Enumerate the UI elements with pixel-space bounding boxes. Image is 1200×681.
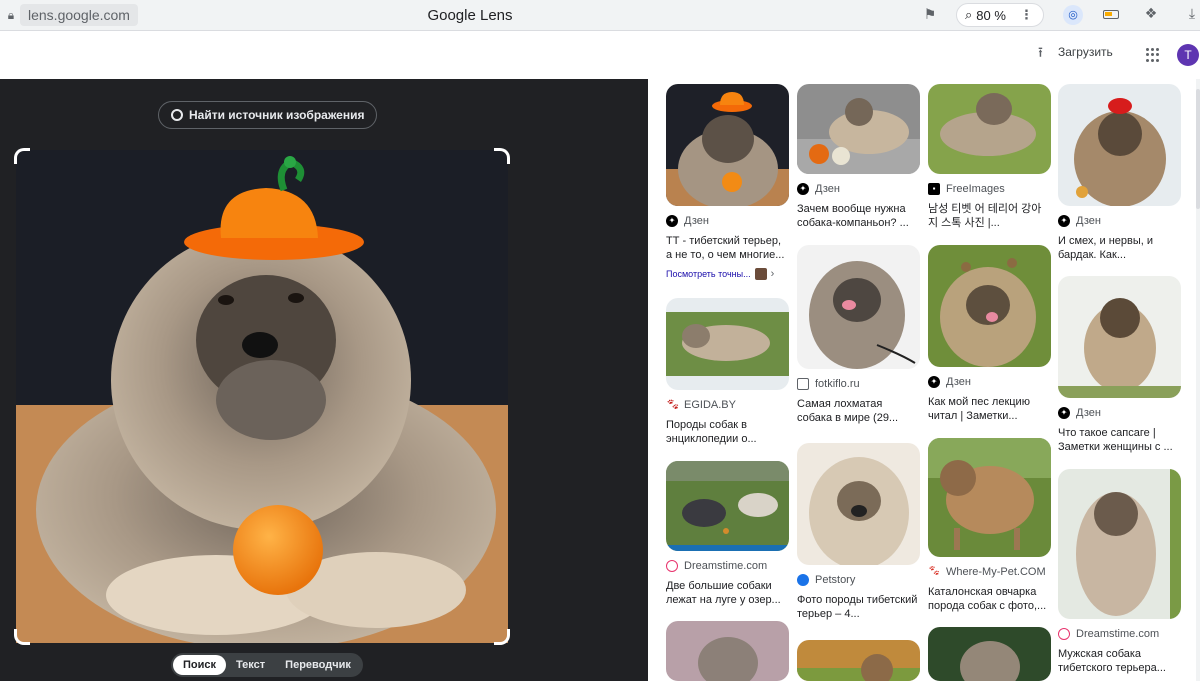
result-title[interactable]: Зачем вообще нужна собака-компаньон? ... <box>797 202 920 230</box>
petstory-icon <box>797 574 809 586</box>
result-card[interactable]: Dreamstime.com Мужская собака тибетского… <box>1058 469 1181 675</box>
mode-switcher: Поиск Текст Переводчик <box>171 653 363 677</box>
result-title[interactable]: 남성 티벳 어 테리어 강아지 스톡 사진 |... <box>928 202 1051 230</box>
result-thumbnail[interactable] <box>666 298 789 390</box>
result-title[interactable]: И смех, и нервы, и бардак. Как... <box>1058 234 1181 262</box>
result-title[interactable]: Каталонская овчарка порода собак с фото,… <box>928 585 1051 613</box>
result-title[interactable]: Породы собак в энциклопедии о... <box>666 418 789 446</box>
zoom-search-icon: ⌕ <box>965 7 973 22</box>
result-source: Dreamstime.com <box>666 559 789 573</box>
dzen-icon: ✦ <box>1058 215 1070 227</box>
result-source: ✦ Дзен <box>666 214 789 228</box>
zoom-control[interactable]: ⌕ 80 % ⋮ <box>956 3 1044 27</box>
result-source: ✦ Дзен <box>1058 406 1181 420</box>
result-source: Petstory <box>797 573 920 587</box>
upload-label: Загрузить <box>1058 45 1113 59</box>
tab-search[interactable]: Поиск <box>173 655 227 675</box>
result-source: fotkiflo.ru <box>797 377 920 391</box>
freeimages-icon: ▪ <box>928 183 940 195</box>
result-source: ▪ FreeImages <box>928 182 1051 196</box>
dzen-icon: ✦ <box>797 183 809 195</box>
result-source: ✦ Дзен <box>928 375 1051 389</box>
result-thumbnail[interactable] <box>797 443 920 565</box>
result-title[interactable]: Фото породы тибетский терьер – 4... <box>797 593 920 621</box>
apps-grid-icon[interactable] <box>1146 48 1160 62</box>
result-card[interactable]: ✦ Дзен Зачем вообще нужна собака-компаньо… <box>797 84 920 230</box>
result-card[interactable] <box>666 621 789 681</box>
result-title[interactable]: Как мой пес лекцию читал | Заметки... <box>928 395 1051 423</box>
result-card[interactable]: 🐾︎ EGIDA.BY Породы собак в энциклопедии о… <box>666 298 789 446</box>
dreamstime-icon <box>666 560 678 572</box>
browser-toolbar: 🔒︎ lens.google.com Google Lens ⚑ ⌕ 80 % … <box>0 0 1200 31</box>
result-title[interactable]: ТТ - тибетский терьер, а не то, о чем мн… <box>666 234 789 262</box>
result-card[interactable]: fotkiflo.ru Самая лохматая собака в мире… <box>797 245 920 425</box>
result-thumbnail[interactable] <box>928 627 1051 681</box>
result-thumbnail[interactable] <box>666 461 789 551</box>
result-card[interactable]: ✦ Дзен Что такое сапсаге | Заметки женщин… <box>1058 276 1181 454</box>
upload-button[interactable]: ⭱ Загрузить <box>1038 45 1113 59</box>
bookmark-icon[interactable]: ⚑ <box>921 6 939 24</box>
battery-icon[interactable] <box>1101 5 1121 25</box>
fotkiflo-icon <box>797 378 809 390</box>
tab-text[interactable]: Текст <box>226 655 275 675</box>
result-thumbnail[interactable] <box>928 245 1051 367</box>
result-title[interactable]: Мужская собака тибетского терьера... <box>1058 647 1181 675</box>
extensions-puzzle-icon[interactable]: ❖ <box>1141 5 1161 25</box>
where-my-pet-paw-icon: 🐾︎ <box>928 566 941 578</box>
extension-shield-icon[interactable]: ◎ <box>1063 5 1083 25</box>
exact-match-thumb <box>754 268 767 280</box>
result-card[interactable]: Dreamstime.com Две большие собаки лежат … <box>666 461 789 607</box>
result-title[interactable]: Что такое сапсаге | Заметки женщины с ..… <box>1058 426 1181 454</box>
download-icon[interactable]: ⤓ <box>1182 5 1200 25</box>
page-title: Google Lens <box>427 7 513 24</box>
result-source: 🐾︎ EGIDA.BY <box>666 399 736 411</box>
lens-header: ⭱ Загрузить T <box>0 31 1200 79</box>
dzen-icon: ✦ <box>928 376 940 388</box>
avatar[interactable]: T <box>1177 44 1199 66</box>
result-thumbnail[interactable] <box>797 245 920 369</box>
result-source: ✦ Дзен <box>1058 214 1181 228</box>
result-thumbnail[interactable] <box>797 84 920 174</box>
result-card[interactable] <box>928 627 1051 681</box>
dreamstime-icon <box>1058 628 1070 640</box>
result-card[interactable]: ▪ FreeImages 남성 티벳 어 테리어 강아지 스톡 사진 |... <box>928 84 1051 230</box>
result-source: 🐾︎ Where-My-Pet.COM <box>928 566 1046 578</box>
image-panel: Найти источник изображения Поиск Текст П… <box>0 79 648 681</box>
chevron-right-icon: › <box>770 268 775 280</box>
egida-paw-icon: 🐾︎ <box>666 399 680 411</box>
dzen-icon: ✦ <box>1058 407 1070 419</box>
dzen-icon: ✦ <box>666 215 678 227</box>
result-card[interactable]: ✦ Дзен Как мой пес лекцию читал | Заметки… <box>928 245 1051 423</box>
result-thumbnail[interactable] <box>797 640 920 681</box>
result-card[interactable]: Petstory Фото породы тибетский терьер – … <box>797 443 920 621</box>
lens-search-icon <box>171 109 183 121</box>
result-source: ✦ Дзен <box>797 182 920 196</box>
results-scrollbar[interactable] <box>1196 79 1200 681</box>
result-thumbnail[interactable] <box>666 621 789 681</box>
result-thumbnail[interactable] <box>1058 469 1181 619</box>
result-thumbnail[interactable] <box>666 84 789 206</box>
crop-selection[interactable] <box>14 148 510 645</box>
find-image-source-button[interactable]: Найти источник изображения <box>158 101 378 129</box>
crop-corner-top-left[interactable] <box>14 148 30 164</box>
result-thumbnail[interactable] <box>928 438 1051 557</box>
find-image-source-label: Найти источник изображения <box>189 108 365 122</box>
query-image <box>16 150 508 643</box>
result-card[interactable]: 🐾︎ Where-My-Pet.COM Каталонская овчарка п… <box>928 438 1051 613</box>
result-thumbnail[interactable] <box>1058 276 1181 398</box>
result-card[interactable]: ✦ Дзен ТТ - тибетский терьер, а не то, о … <box>666 84 789 280</box>
zoom-level: 80 % <box>976 7 1006 23</box>
more-vert-icon[interactable]: ⋮ <box>1020 7 1033 23</box>
tab-translate[interactable]: Переводчик <box>275 655 361 675</box>
visual-matches: ✦ Дзен ТТ - тибетский терьер, а не то, о … <box>648 79 1200 681</box>
result-source: Dreamstime.com <box>1058 627 1181 641</box>
result-title[interactable]: Две большие собаки лежат на луге у озер.… <box>666 579 789 607</box>
result-card[interactable]: ✦ Дзен И смех, и нервы, и бардак. Как... <box>1058 84 1181 262</box>
result-card[interactable] <box>797 640 920 681</box>
result-title[interactable]: Самая лохматая собака в мире (29... <box>797 397 920 425</box>
upload-icon: ⭱ <box>1038 44 1043 60</box>
result-thumbnail[interactable] <box>1058 84 1181 206</box>
result-thumbnail[interactable] <box>928 84 1051 174</box>
exact-match-link[interactable]: Посмотреть точны... › <box>666 268 789 280</box>
